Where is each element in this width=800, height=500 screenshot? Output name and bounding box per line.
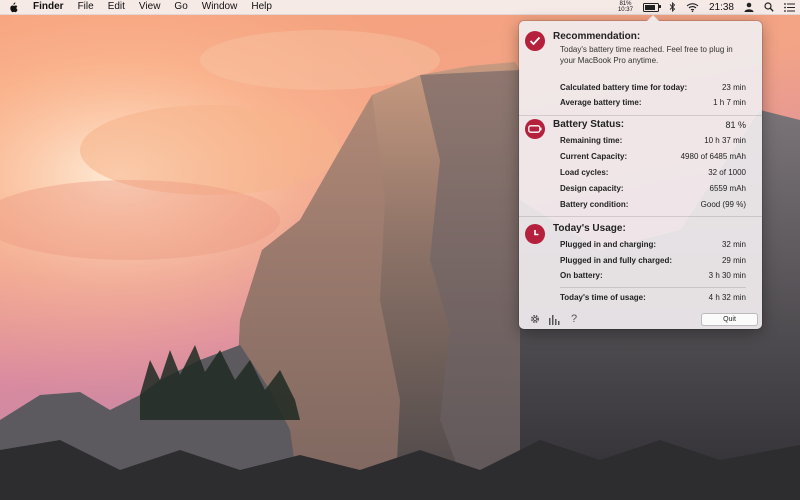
menu-file[interactable]: File — [71, 0, 101, 14]
row-label: Design capacity: — [560, 184, 624, 193]
current-capacity-row: Current Capacity: 4980 of 6485 mAh — [560, 152, 746, 164]
row-label: Average battery time: — [560, 98, 642, 107]
row-label: Calculated battery time for today: — [560, 83, 688, 92]
todays-usage-title: Today's Usage: — [553, 223, 626, 234]
clock-icon — [525, 224, 545, 244]
row-value: 6559 mAh — [709, 184, 746, 193]
menu-clock[interactable]: 21:38 — [704, 0, 739, 14]
usage-total-divider — [560, 287, 746, 288]
todays-time-of-usage-row: Today's time of usage: 4 h 32 min — [560, 293, 746, 305]
menu-finder[interactable]: Finder — [26, 0, 71, 14]
battery-fill — [644, 4, 655, 10]
row-label: Today's time of usage: — [560, 293, 646, 302]
charging-row: Plugged in and charging: 32 min — [560, 240, 746, 252]
menu-help[interactable]: Help — [244, 0, 279, 14]
menu-go[interactable]: Go — [167, 0, 194, 14]
gear-icon[interactable] — [528, 312, 542, 326]
row-label: Plugged in and fully charged: — [560, 256, 673, 265]
checkmark-icon — [525, 31, 545, 51]
row-value: 4 h 32 min — [708, 293, 746, 302]
row-label: Remaining time: — [560, 136, 623, 145]
battery-condition-row: Battery condition: Good (99 %) — [560, 200, 746, 212]
battery-status-item[interactable]: 81% 10:37 — [613, 0, 638, 14]
popover-arrow — [646, 15, 660, 22]
row-value: Good (99 %) — [700, 200, 746, 209]
row-value: 10 h 37 min — [704, 136, 746, 145]
battery-popover: Recommendation: Today's battery time rea… — [519, 15, 762, 329]
section-divider — [519, 216, 762, 217]
popover-footer: ? Quit — [519, 311, 762, 329]
load-cycles-row: Load cycles: 32 of 1000 — [560, 168, 746, 180]
menu-window[interactable]: Window — [195, 0, 245, 14]
row-value: 32 min — [721, 240, 746, 249]
menu-edit[interactable]: Edit — [101, 0, 132, 14]
row-value: 4980 of 6485 mAh — [680, 152, 746, 161]
remaining-time-row: Remaining time: 10 h 37 min — [560, 136, 746, 148]
design-capacity-row: Design capacity: 6559 mAh — [560, 184, 746, 196]
bluetooth-icon[interactable] — [664, 0, 681, 14]
spotlight-search-icon[interactable] — [759, 0, 779, 14]
row-value: 23 min — [721, 83, 746, 92]
calculated-battery-time-row: Calculated battery time for today: 23 mi… — [560, 83, 746, 95]
row-value: 29 min — [721, 256, 746, 265]
quit-button[interactable]: Quit — [701, 313, 758, 326]
row-label: Current Capacity: — [560, 152, 628, 161]
row-value: 32 of 1000 — [708, 168, 746, 177]
battery-status-title: Battery Status: — [553, 119, 625, 130]
battery-time-text: 10:37 — [617, 7, 633, 13]
battery-status-text: 81% 10:37 — [618, 1, 633, 13]
recommendation-title: Recommendation: — [553, 31, 641, 42]
row-label: Load cycles: — [560, 168, 609, 177]
battery-icon — [525, 119, 545, 139]
recommendation-description: Today's battery time reached. Feel free … — [560, 45, 733, 65]
user-icon[interactable] — [739, 0, 759, 14]
help-icon[interactable]: ? — [567, 312, 581, 326]
notification-center-icon[interactable] — [779, 0, 800, 14]
row-label: Plugged in and charging: — [560, 240, 656, 249]
statistics-icon[interactable] — [547, 312, 561, 326]
fully-charged-row: Plugged in and fully charged: 29 min — [560, 256, 746, 268]
row-label: On battery: — [560, 271, 603, 280]
row-value: 3 h 30 min — [708, 271, 746, 280]
row-label: Battery condition: — [560, 200, 629, 209]
apple-menu-icon[interactable] — [0, 2, 26, 13]
section-divider — [519, 115, 762, 116]
menu-view[interactable]: View — [132, 0, 168, 14]
menu-bar: Finder File Edit View Go Window Help 81%… — [0, 0, 800, 15]
wifi-icon[interactable] — [681, 0, 704, 14]
row-value: 1 h 7 min — [713, 98, 746, 107]
on-battery-row: On battery: 3 h 30 min — [560, 271, 746, 283]
average-battery-time-row: Average battery time: 1 h 7 min — [560, 98, 746, 110]
battery-icon[interactable] — [638, 0, 664, 14]
battery-status-value: 81 % — [725, 120, 746, 130]
